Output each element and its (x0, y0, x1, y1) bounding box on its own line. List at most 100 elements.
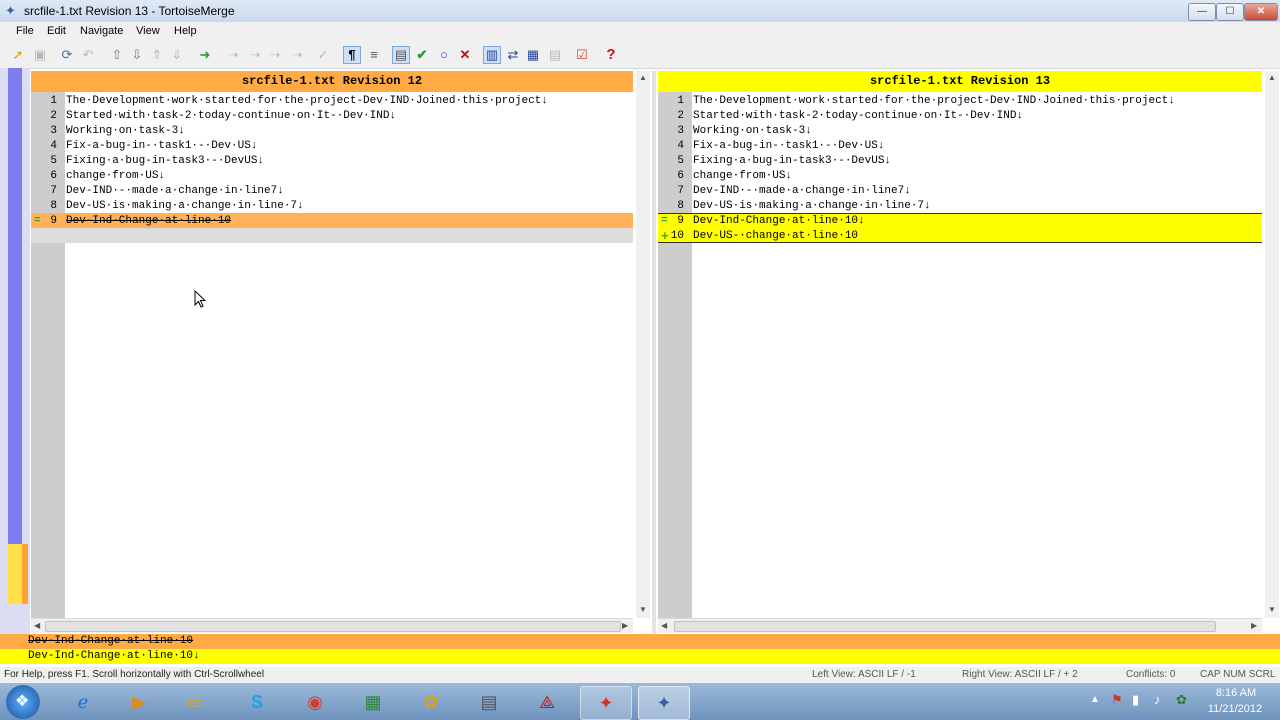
line-number: 9 (50, 215, 57, 227)
left-vertical-scrollbar[interactable]: ▲ ▼ (636, 71, 650, 618)
mark-accept-icon[interactable]: ✔ (413, 46, 431, 64)
file-explorer-icon[interactable]: ▭ (170, 686, 220, 718)
reject-icon[interactable]: ✕ (456, 46, 474, 64)
tray-app-icon[interactable]: ✿ (1176, 692, 1187, 708)
use-theirs-before-mine-icon[interactable]: ➝ (266, 46, 284, 64)
line-text: Dev-Ind-Change·at·line·10 (66, 215, 232, 227)
clock-date[interactable]: 11/21/2012 (1205, 703, 1265, 715)
whitespace-icon[interactable]: ¶ (343, 46, 361, 64)
line-text: Dev-Ind-Change·at·line·10↓ (693, 215, 865, 227)
tortoisemerge-icon[interactable]: ✦ (638, 686, 690, 720)
start-button[interactable]: ❖ (6, 685, 40, 719)
use-mine-icon[interactable]: ➝ (246, 46, 264, 64)
menu-edit[interactable]: Edit (47, 25, 66, 37)
tortoisesvn-icon[interactable]: ✦ (580, 686, 632, 720)
line-number: 5 (50, 155, 57, 167)
circle-icon[interactable]: ○ (435, 46, 453, 64)
status-conflicts: Conflicts: 0 (1126, 669, 1176, 680)
scroll-right-icon[interactable]: ▶ (622, 621, 628, 630)
action-center-icon[interactable]: ⚑ (1111, 692, 1123, 708)
right-line: 5 Fixing·a·bug-in-task3·-·DevUS↓ (658, 154, 1262, 169)
line-text: Fixing·a·bug-in-task3·-·DevUS↓ (66, 155, 265, 167)
bottom-current-text: Dev-Ind-Change·at·line·10↓ (28, 650, 200, 662)
mark-resolved-icon[interactable]: ✓ (314, 46, 332, 64)
line-number: 4 (50, 140, 57, 152)
status-bar: For Help, press F1. Scroll horizontally … (0, 667, 1280, 683)
save-icon[interactable]: ▣ (31, 46, 49, 64)
right-line: 3 Working·on·task-3↓ (658, 124, 1262, 139)
use-mine-before-theirs-icon[interactable]: ➝ (288, 46, 306, 64)
line-number: 7 (677, 185, 684, 197)
wrap-lines-icon[interactable]: ≡ (365, 46, 383, 64)
use-theirs-icon[interactable]: ➝ (224, 46, 242, 64)
right-line-modified: = 9 Dev-Ind-Change·at·line·10↓ (658, 214, 1262, 229)
network-icon[interactable]: ▮ (1132, 692, 1139, 708)
app-icon: ✦ (5, 3, 16, 18)
line-number: 8 (50, 200, 57, 212)
open-icon[interactable]: ➚ (9, 46, 27, 64)
prev-conflict-icon[interactable]: ⇑ (148, 46, 166, 64)
line-text: The·Development·work·started·for·the·pro… (693, 95, 1175, 107)
scroll-left-icon[interactable]: ◀ (34, 621, 40, 630)
media-player-icon[interactable]: ▶ (114, 686, 164, 718)
skype-icon[interactable]: S (232, 686, 282, 718)
line-text: change·from·US↓ (66, 170, 166, 182)
next-conflict-icon[interactable]: ⇓ (168, 46, 186, 64)
settings-icon[interactable]: ☑ (573, 46, 591, 64)
one-pane-view-icon[interactable]: ▥ (483, 46, 501, 64)
line-number: 5 (677, 155, 684, 167)
left-scroll-thumb[interactable] (45, 621, 621, 632)
line-number: 4 (677, 140, 684, 152)
line-number: 10 (670, 230, 684, 242)
undo-icon[interactable]: ↶ (79, 46, 97, 64)
left-line: 3 Working·on·task-3↓ (31, 124, 633, 139)
menu-help[interactable]: Help (174, 25, 197, 37)
inline-diff-icon[interactable]: ▤ (392, 46, 410, 64)
right-vertical-scrollbar[interactable]: ▲ ▼ (1265, 71, 1279, 618)
volume-icon[interactable]: ♪ (1154, 692, 1161, 707)
minimize-button[interactable]: — (1188, 3, 1216, 21)
left-line: 8 Dev-US·is·making·a·change·in·line·7↓ (31, 199, 633, 214)
right-line: 7 Dev-IND·-·made·a·change·in·line7↓ (658, 184, 1262, 199)
menu-file[interactable]: File (16, 25, 34, 37)
show-hidden-icons-icon[interactable]: ▲ (1090, 694, 1100, 705)
right-pane-header: srcfile-1.txt Revision 13 (658, 71, 1262, 92)
scroll-down-icon[interactable]: ▼ (1268, 605, 1276, 614)
scroll-up-icon[interactable]: ▲ (1268, 73, 1276, 82)
menu-navigate[interactable]: Navigate (80, 25, 123, 37)
collapse-icon[interactable]: ▤ (546, 46, 564, 64)
line-text: Started·with·task-2·today-continue·on·It… (693, 110, 1024, 122)
internet-explorer-icon[interactable]: ℯ (58, 686, 108, 718)
taskbar: ❖ ℯ ▶ ▭ S ◉ ▦ ✿ ▤ ⟁ ✦ ✦ ▲ ⚑ ▮ ♪ ✿ 8:16 A… (0, 683, 1280, 720)
flower-app-icon[interactable]: ✿ (406, 686, 456, 718)
close-button[interactable]: ✕ (1244, 3, 1278, 21)
three-pane-view-icon[interactable]: ▦ (524, 46, 542, 64)
spreadsheet-icon[interactable]: ▦ (348, 686, 398, 718)
scroll-up-icon[interactable]: ▲ (639, 73, 647, 82)
line-number: 7 (50, 185, 57, 197)
pane-splitter[interactable] (652, 71, 656, 634)
prev-difference-icon[interactable]: ⇧ (108, 46, 126, 64)
menu-view[interactable]: View (136, 25, 160, 37)
maximize-button[interactable]: ☐ (1216, 3, 1244, 21)
left-line: 2 Started·with·task-2·today-continue·on·I… (31, 109, 633, 124)
line-number: 1 (50, 95, 57, 107)
clock-time[interactable]: 8:16 AM (1211, 687, 1261, 699)
help-icon[interactable]: ? (602, 46, 620, 64)
next-difference-icon[interactable]: ⇩ (128, 46, 146, 64)
right-scroll-thumb[interactable] (674, 621, 1216, 632)
next-inline-diff-icon[interactable]: ➜ (196, 46, 214, 64)
two-pane-view-icon[interactable]: ⇄ (504, 46, 522, 64)
scroll-left-icon[interactable]: ◀ (661, 621, 667, 630)
right-horizontal-scrollbar[interactable]: ◀ ▶ (658, 618, 1262, 633)
status-help-text: For Help, press F1. Scroll horizontally … (4, 669, 265, 680)
document-app-icon[interactable]: ▤ (464, 686, 514, 718)
scroll-right-icon[interactable]: ▶ (1251, 621, 1257, 630)
acrobat-icon[interactable]: ⟁ (522, 686, 572, 718)
scroll-down-icon[interactable]: ▼ (639, 605, 647, 614)
chrome-icon[interactable]: ◉ (290, 686, 340, 718)
left-pane-header: srcfile-1.txt Revision 12 (31, 71, 633, 92)
reload-icon[interactable]: ⟳ (58, 46, 76, 64)
left-horizontal-scrollbar[interactable]: ◀ ▶ (31, 618, 633, 633)
left-line: 7 Dev-IND·-·made·a·change·in·line7↓ (31, 184, 633, 199)
